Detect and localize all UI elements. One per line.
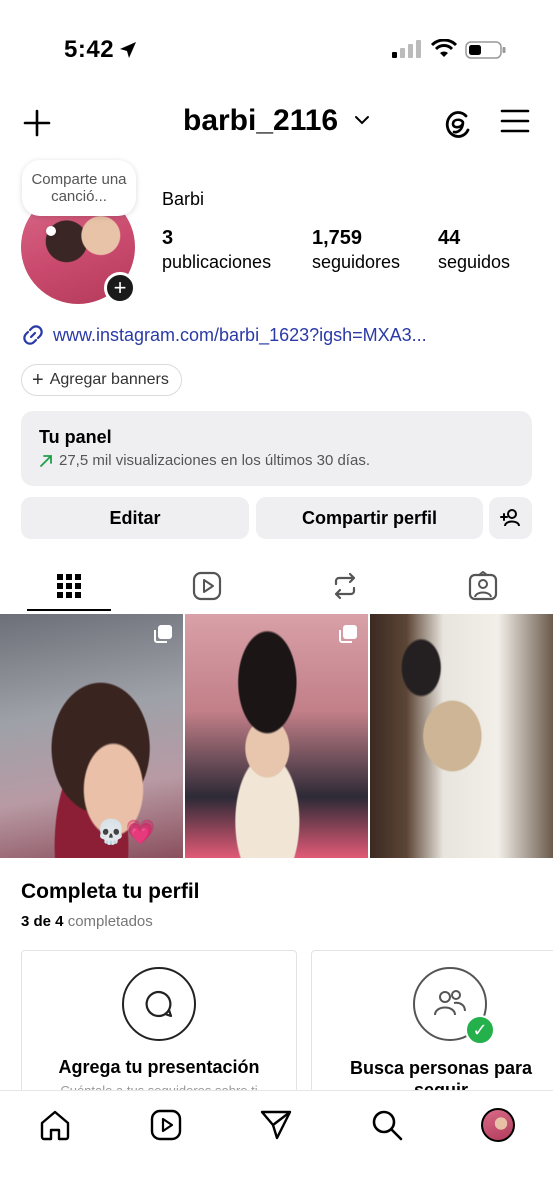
- tab-reels[interactable]: [165, 560, 249, 612]
- panel-subtitle: 27,5 mil visualizaciones en los últimos …: [59, 452, 370, 469]
- wifi-icon: [430, 39, 458, 57]
- tab-grid[interactable]: [27, 560, 111, 612]
- carousel-icon: [339, 625, 357, 643]
- edit-profile-button[interactable]: Editar: [21, 497, 249, 539]
- create-plus-icon[interactable]: [22, 108, 52, 138]
- share-profile-button[interactable]: Compartir perfil: [256, 497, 483, 539]
- add-story-button[interactable]: +: [104, 272, 136, 304]
- post-thumbnail[interactable]: 💀💗: [0, 614, 183, 858]
- bio-circle: [122, 967, 196, 1041]
- complete-profile-progress: 3 de 4 completados: [21, 913, 153, 930]
- check-icon: ✓: [465, 1015, 495, 1045]
- people-circle: ✓: [413, 967, 495, 1045]
- reels-icon: [192, 571, 222, 601]
- location-arrow-icon: [120, 42, 136, 58]
- reposts-icon: [334, 572, 356, 600]
- nav-reels[interactable]: [146, 1105, 186, 1145]
- add-banners-button[interactable]: + Agregar banners: [21, 364, 182, 396]
- active-tab-indicator: [27, 609, 111, 611]
- stat-followers[interactable]: 1,759 seguidores: [312, 227, 400, 273]
- stat-posts[interactable]: 3 publicaciones: [162, 227, 271, 273]
- discover-people-button[interactable]: [489, 497, 532, 539]
- status-time: 5:42: [64, 36, 115, 63]
- nav-search[interactable]: [367, 1105, 407, 1145]
- tab-reposts[interactable]: [303, 560, 387, 612]
- tagged-icon: [468, 571, 498, 601]
- link-text[interactable]: www.instagram.com/barbi_1623?igsh=MXA3..…: [53, 325, 427, 346]
- profile-avatar-icon: [481, 1108, 515, 1142]
- cellular-signal-icon: [392, 40, 421, 58]
- panel-subtitle-row: 27,5 mil visualizaciones en los últimos …: [39, 452, 514, 469]
- stat-posts-label: publicaciones: [162, 252, 272, 272]
- add-banners-label: Agregar banners: [49, 371, 169, 388]
- nav-home[interactable]: [35, 1105, 75, 1145]
- post-thumbnail[interactable]: [370, 614, 553, 858]
- link-icon: [23, 325, 43, 345]
- complete-profile-title: Completa tu perfil: [21, 880, 200, 903]
- post-thumbnail[interactable]: [185, 614, 368, 858]
- stat-following[interactable]: 44 seguidos: [438, 227, 510, 273]
- battery-icon: [465, 41, 506, 59]
- reels-icon: [150, 1109, 182, 1141]
- bottom-nav: [0, 1090, 553, 1200]
- note-bubble-tail: [46, 226, 56, 236]
- post-emoji: 💀💗: [96, 819, 156, 846]
- add-person-icon: [499, 509, 520, 527]
- nav-messages[interactable]: [256, 1105, 296, 1145]
- search-icon: [372, 1110, 403, 1141]
- profile-header: barbi_2116: [0, 100, 553, 148]
- progress-label: completados: [67, 913, 153, 930]
- stat-following-value: 44: [438, 227, 461, 249]
- nav-profile[interactable]: [478, 1105, 518, 1145]
- note-bubble[interactable]: Comparte una canció...: [22, 160, 136, 216]
- add-story-plus: +: [113, 275, 127, 300]
- find-people-card[interactable]: ✓ Busca personas para seguir: [311, 950, 553, 1100]
- display-name: Barbi: [162, 189, 205, 209]
- home-icon: [40, 1110, 70, 1141]
- carousel-icon: [154, 625, 172, 643]
- stat-following-label: seguidos: [438, 252, 511, 272]
- people-icon: [434, 990, 466, 1016]
- stat-followers-label: seguidores: [312, 252, 401, 272]
- panel-title: Tu panel: [39, 427, 112, 447]
- threads-icon[interactable]: [442, 106, 474, 140]
- status-bar: 5:42: [0, 0, 553, 100]
- trend-up-arrow-icon: [40, 454, 52, 467]
- menu-hamburger-icon[interactable]: [500, 108, 530, 134]
- profile-link[interactable]: www.instagram.com/barbi_1623?igsh=MXA3..…: [21, 323, 427, 347]
- chevron-down-icon[interactable]: [354, 114, 370, 126]
- stat-posts-value: 3: [162, 227, 174, 249]
- add-bio-card[interactable]: Agrega tu presentación Cuéntale a tus se…: [21, 950, 297, 1100]
- grid-icon: [57, 574, 81, 598]
- tab-tagged[interactable]: [441, 560, 525, 612]
- card-title: Agrega tu presentación: [58, 1057, 260, 1077]
- send-icon: [260, 1110, 292, 1140]
- dashboard-panel[interactable]: Tu panel 27,5 mil visualizaciones en los…: [21, 411, 532, 486]
- speech-bubble-icon: [145, 990, 173, 1018]
- progress-count: 3 de 4: [21, 913, 64, 930]
- stat-followers-value: 1,759: [312, 227, 363, 249]
- plus-icon: +: [32, 368, 44, 391]
- username-title[interactable]: barbi_2116: [183, 104, 338, 138]
